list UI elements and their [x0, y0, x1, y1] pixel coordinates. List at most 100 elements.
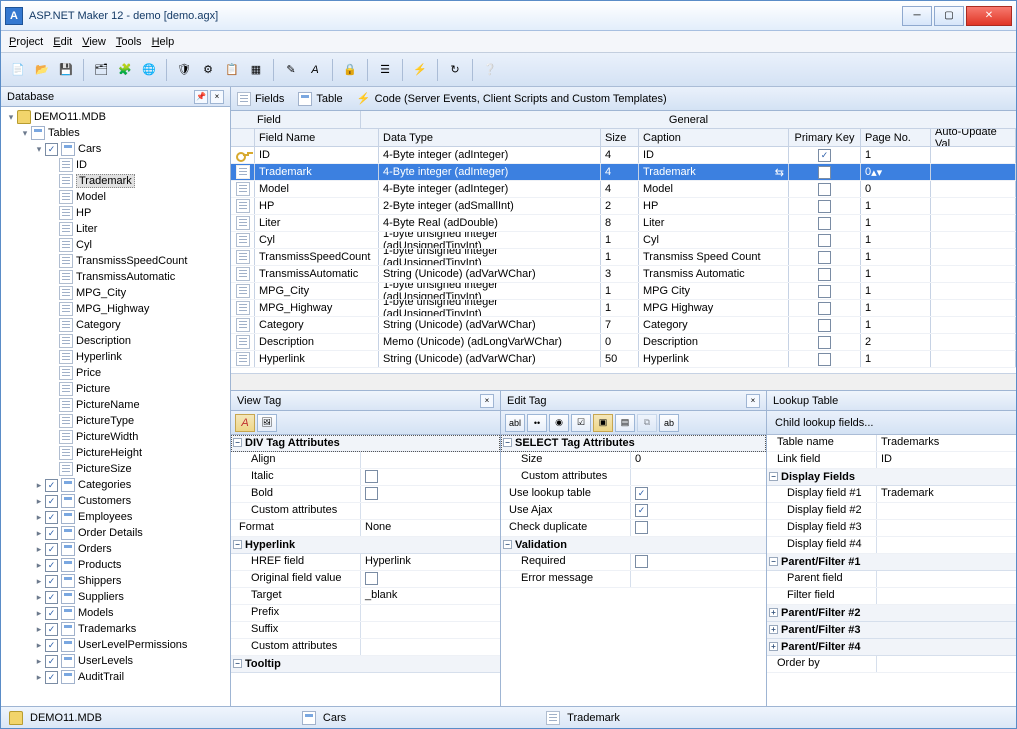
menu-view[interactable]: View	[82, 36, 106, 48]
hidden-tag-icon[interactable]: ab	[659, 414, 679, 432]
copy-icon[interactable]: 📋	[221, 59, 243, 81]
tree-item[interactable]: ▸✓UserLevelPermissions	[1, 637, 230, 653]
pf2-group[interactable]: +Parent/Filter #2	[767, 605, 1016, 622]
tree-item[interactable]: Liter	[1, 221, 230, 237]
tree-item[interactable]: PictureSize	[1, 461, 230, 477]
validation-group[interactable]: −Validation	[501, 537, 766, 554]
new-icon[interactable]: 📄	[7, 59, 29, 81]
panel-close-icon[interactable]: ×	[746, 394, 760, 408]
tooltip-group[interactable]: −Tooltip	[231, 656, 500, 673]
file-tag-icon[interactable]: ⧉	[637, 414, 657, 432]
tree-item[interactable]: ▸✓UserLevels	[1, 653, 230, 669]
tree-item[interactable]: ▸✓Categories	[1, 477, 230, 493]
db-icon[interactable]: 🗂	[90, 59, 112, 81]
format-a-icon[interactable]: A	[235, 414, 255, 432]
menu-tools[interactable]: Tools	[116, 36, 142, 48]
php-icon[interactable]: 🧩	[114, 59, 136, 81]
menu-project[interactable]: Project	[9, 36, 43, 48]
select-tag-icon[interactable]: ▣	[593, 414, 613, 432]
tree-item[interactable]: TransmissSpeedCount	[1, 253, 230, 269]
pf4-group[interactable]: +Parent/Filter #4	[767, 639, 1016, 656]
minimize-button[interactable]: ─	[902, 6, 932, 26]
close-button[interactable]: ✕	[966, 6, 1012, 26]
asp-icon[interactable]: ⚙	[197, 59, 219, 81]
db-tree[interactable]: ▾DEMO11.MDB▾Tables▾✓CarsIDTrademarkModel…	[1, 107, 230, 706]
tab-code[interactable]: ⚡Code (Server Events, Client Scripts and…	[357, 92, 667, 106]
grid-row[interactable]: DescriptionMemo (Unicode) (adLongVarWCha…	[231, 334, 1016, 351]
grid-row[interactable]: MPG_Highway1-byte unsigned integer (adUn…	[231, 300, 1016, 317]
tree-item[interactable]: Picture	[1, 381, 230, 397]
grid-row[interactable]: Liter4-Byte Real (adDouble)8Liter1	[231, 215, 1016, 232]
tree-item[interactable]: ▸✓Trademarks	[1, 621, 230, 637]
checkbox-tag-icon[interactable]: ☑	[571, 414, 591, 432]
tree-item[interactable]: ID	[1, 157, 230, 173]
pf1-group[interactable]: −Parent/Filter #1	[767, 554, 1016, 571]
help-icon[interactable]: ❔	[479, 59, 501, 81]
grid-row[interactable]: HyperlinkString (Unicode) (adVarWChar)50…	[231, 351, 1016, 368]
tree-item[interactable]: ▾✓Cars	[1, 141, 230, 157]
div-attrs-group[interactable]: −DIV Tag Attributes	[231, 435, 500, 452]
grid-row[interactable]: Cyl1-byte unsigned integer (adUnsignedTi…	[231, 232, 1016, 249]
tree-item[interactable]: Price	[1, 365, 230, 381]
tree-item[interactable]: Description	[1, 333, 230, 349]
grid-row[interactable]: HP2-Byte integer (adSmallInt)2HP1	[231, 198, 1016, 215]
child-lookup-link[interactable]: Child lookup fields...	[771, 417, 873, 429]
tree-item[interactable]: ▸✓Shippers	[1, 573, 230, 589]
tree-item[interactable]: PictureHeight	[1, 445, 230, 461]
sync-icon[interactable]: ↻	[444, 59, 466, 81]
tree-item[interactable]: Category	[1, 317, 230, 333]
tree-item[interactable]: ▾Tables	[1, 125, 230, 141]
html-icon[interactable]: 🌐	[138, 59, 160, 81]
grid-hscroll[interactable]	[231, 373, 1016, 390]
display-fields-group[interactable]: −Display Fields	[767, 469, 1016, 486]
grid-row[interactable]: Model4-Byte integer (adInteger)4Model0	[231, 181, 1016, 198]
tree-item[interactable]: ▸✓Orders	[1, 541, 230, 557]
text-tag-icon[interactable]: abl	[505, 414, 525, 432]
open-icon[interactable]: 📂	[31, 59, 53, 81]
panel-close-icon[interactable]: ×	[480, 394, 494, 408]
grid-row[interactable]: TransmissSpeedCount1-byte unsigned integ…	[231, 249, 1016, 266]
menu-help[interactable]: Help	[152, 36, 175, 48]
panel-close-icon[interactable]: ×	[210, 90, 224, 104]
tab-table[interactable]: Table	[298, 92, 342, 106]
tree-item[interactable]: HP	[1, 205, 230, 221]
pin-icon[interactable]: 📌	[194, 90, 208, 104]
grid-row[interactable]: CategoryString (Unicode) (adVarWChar)7Ca…	[231, 317, 1016, 334]
tree-item[interactable]: PictureType	[1, 413, 230, 429]
tree-item[interactable]: ▸✓Products	[1, 557, 230, 573]
hyperlink-group[interactable]: −Hyperlink	[231, 537, 500, 554]
tree-item[interactable]: TransmissAutomatic	[1, 269, 230, 285]
security-icon[interactable]: 🛡	[173, 59, 195, 81]
tree-item[interactable]: ▸✓Order Details	[1, 525, 230, 541]
tree-item[interactable]: MPG_City	[1, 285, 230, 301]
grid-row[interactable]: Trademark4-Byte integer (adInteger)4Trad…	[231, 164, 1016, 181]
grid-row[interactable]: ID4-Byte integer (adInteger)4ID✓1	[231, 147, 1016, 164]
textarea-tag-icon[interactable]: ▤	[615, 414, 635, 432]
password-tag-icon[interactable]: ••	[527, 414, 547, 432]
edit-icon[interactable]: ✎	[280, 59, 302, 81]
tree-item[interactable]: Model	[1, 189, 230, 205]
tree-item[interactable]: Trademark	[1, 173, 230, 189]
menu-editor-icon[interactable]: ☰	[374, 59, 396, 81]
tree-item[interactable]: PictureName	[1, 397, 230, 413]
select-attrs-group[interactable]: −SELECT Tag Attributes	[501, 435, 766, 452]
generate-icon[interactable]: ⚡	[409, 59, 431, 81]
grid-row[interactable]: MPG_City1-byte unsigned integer (adUnsig…	[231, 283, 1016, 300]
image-icon[interactable]: 🖼	[257, 414, 277, 432]
pf3-group[interactable]: +Parent/Filter #3	[767, 622, 1016, 639]
tree-item[interactable]: ▸✓AuditTrail	[1, 669, 230, 685]
font-icon[interactable]: A	[304, 59, 326, 81]
tree-item[interactable]: ▸✓Models	[1, 605, 230, 621]
tab-fields[interactable]: Fields	[237, 92, 284, 106]
tree-item[interactable]: Cyl	[1, 237, 230, 253]
tree-item[interactable]: ▸✓Employees	[1, 509, 230, 525]
tree-item[interactable]: Hyperlink	[1, 349, 230, 365]
lock-icon[interactable]: 🔒	[339, 59, 361, 81]
table-icon[interactable]: ▦	[245, 59, 267, 81]
radio-tag-icon[interactable]: ◉	[549, 414, 569, 432]
tree-item[interactable]: ▸✓Customers	[1, 493, 230, 509]
grid-row[interactable]: TransmissAutomaticString (Unicode) (adVa…	[231, 266, 1016, 283]
tree-item[interactable]: ▾DEMO11.MDB	[1, 109, 230, 125]
save-icon[interactable]: 💾	[55, 59, 77, 81]
maximize-button[interactable]: ▢	[934, 6, 964, 26]
